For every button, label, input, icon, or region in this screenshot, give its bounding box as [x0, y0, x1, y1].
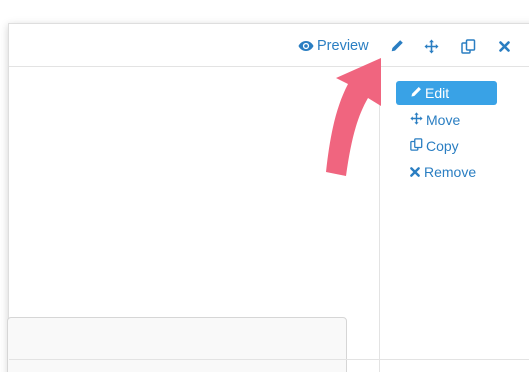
menu-item-edit[interactable]: Edit	[396, 81, 497, 105]
pencil-icon	[410, 85, 422, 101]
answer-field[interactable]	[7, 317, 347, 372]
menu-item-remove[interactable]: Remove	[396, 160, 476, 184]
copy-icon	[410, 138, 423, 154]
menu-item-move[interactable]: Move	[396, 108, 460, 132]
question-card: Preview Edit Move Copy Remove	[7, 23, 529, 372]
remove-toolbar-button[interactable]	[499, 36, 510, 56]
move-icon	[410, 112, 423, 128]
divider	[9, 359, 529, 360]
menu-item-label: Edit	[425, 85, 450, 101]
copy-icon	[461, 38, 476, 54]
move-toolbar-button[interactable]	[424, 36, 439, 56]
preview-button[interactable]: Preview	[298, 36, 369, 56]
edit-toolbar-button[interactable]	[390, 36, 404, 56]
question-toolbar: Preview	[9, 24, 529, 67]
preview-label: Preview	[317, 38, 369, 54]
close-icon	[410, 164, 420, 180]
move-icon	[424, 39, 439, 54]
close-icon	[499, 40, 510, 52]
question-content	[7, 67, 380, 372]
pencil-icon	[390, 39, 404, 53]
eye-icon	[298, 40, 314, 52]
menu-item-label: Remove	[424, 164, 477, 180]
menu-item-copy[interactable]: Copy	[396, 134, 459, 158]
menu-item-label: Move	[426, 112, 461, 128]
copy-toolbar-button[interactable]	[461, 36, 476, 56]
side-menu: Edit Move Copy Remove	[379, 67, 529, 372]
menu-item-label: Copy	[426, 138, 459, 154]
